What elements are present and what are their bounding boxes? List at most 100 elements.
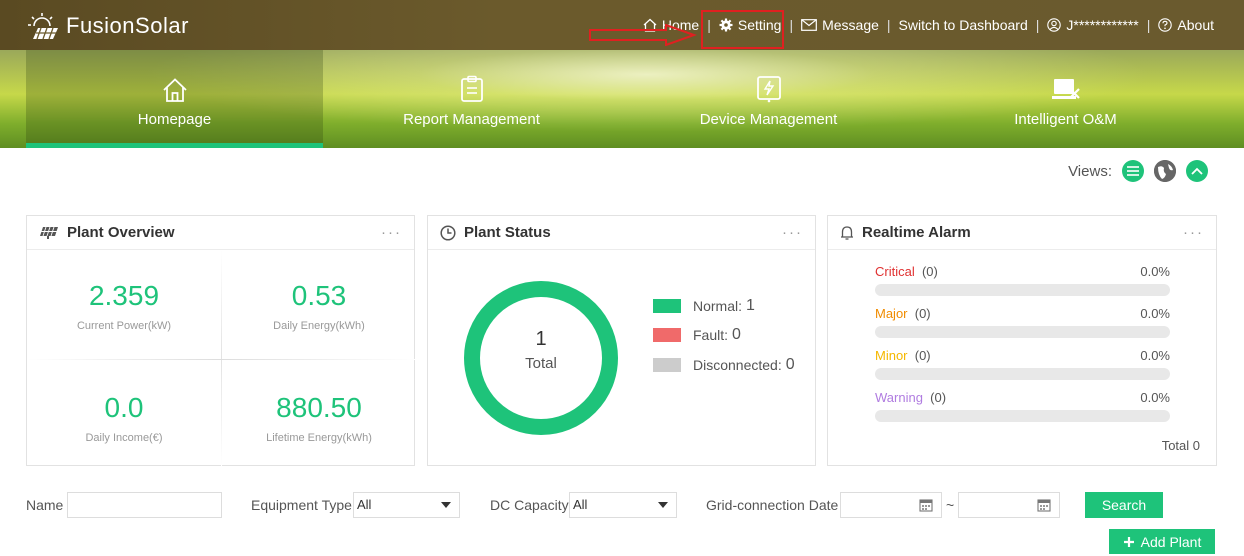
app-title: FusionSolar — [66, 13, 189, 38]
bell-icon — [841, 225, 853, 240]
legend-swatch — [653, 358, 681, 372]
search-button[interactable]: Search — [1085, 492, 1163, 518]
panel-title: Realtime Alarm — [862, 224, 971, 241]
sun-logo-icon — [28, 13, 58, 40]
name-input[interactable] — [67, 492, 222, 518]
nav-device-label: Device Management — [699, 111, 838, 128]
alarm-major[interactable]: Major (0) 0.0% — [875, 306, 1170, 338]
alarm-bar — [875, 326, 1170, 338]
views-label: Views: — [1068, 162, 1112, 180]
donut-total-label: Total — [525, 355, 557, 372]
switch-dashboard-link[interactable]: Switch to Dashboard — [899, 17, 1028, 33]
current-power-stat: 2.359 Current Power(kW) — [27, 280, 221, 332]
stat-label: Daily Energy(kWh) — [273, 320, 365, 332]
legend-label: Normal: — [693, 298, 743, 314]
dc-capacity-value: All — [573, 497, 588, 512]
user-menu[interactable]: J************ — [1047, 17, 1139, 33]
message-link[interactable]: Message — [801, 17, 879, 33]
help-icon — [1158, 18, 1173, 32]
equipment-type-select[interactable]: All — [353, 492, 460, 518]
alarm-pct: 0.0% — [1140, 348, 1170, 363]
nav-report-management[interactable]: Report Management — [323, 50, 620, 148]
calendar-icon[interactable] — [1037, 498, 1051, 512]
nav-homepage-label: Homepage — [137, 111, 212, 128]
dropdown-caret-icon — [441, 502, 451, 508]
stat-value: 2.359 — [88, 280, 160, 311]
alarm-count: (0) — [921, 264, 938, 279]
house-icon — [162, 78, 187, 102]
alarm-minor[interactable]: Minor (0) 0.0% — [875, 348, 1170, 380]
alarm-bar — [875, 284, 1170, 296]
lifetime-energy-stat: 880.50 Lifetime Energy(kWh) — [222, 392, 416, 444]
alarm-warning[interactable]: Warning (0) 0.0% — [875, 390, 1170, 422]
grid-date-end-input[interactable] — [958, 492, 1060, 518]
plus-icon — [1123, 536, 1134, 547]
calendar-icon[interactable] — [919, 498, 933, 512]
legend-normal: Normal: 1 — [653, 297, 755, 315]
user-icon — [1047, 18, 1062, 32]
add-plant-button[interactable]: Add Plant — [1109, 529, 1215, 554]
stat-label: Lifetime Energy(kWh) — [266, 432, 372, 444]
list-view-icon[interactable] — [1122, 160, 1144, 182]
chevron-up-icon[interactable] — [1186, 160, 1208, 182]
alarm-level: Minor — [875, 348, 908, 363]
solar-panel-icon — [40, 226, 58, 239]
alarm-total: Total 0 — [1161, 438, 1200, 453]
nav-homepage[interactable]: Homepage — [26, 50, 323, 148]
alarm-count: (0) — [930, 390, 947, 405]
donut-total-value: 1 — [535, 328, 547, 350]
clipboard-icon — [460, 75, 483, 102]
more-icon[interactable]: ··· — [381, 224, 402, 241]
annotation-highlight-box — [701, 10, 784, 49]
realtime-alarm-panel: Realtime Alarm ··· Critical (0) 0.0% Majo… — [827, 215, 1217, 466]
legend-label: Disconnected: — [693, 357, 782, 373]
stat-value: 0.53 — [291, 280, 347, 311]
equipment-type-label: Equipment Type — [251, 497, 352, 513]
monitor-tools-icon — [1051, 79, 1080, 99]
more-icon[interactable]: ··· — [1183, 224, 1204, 241]
legend-value: 1 — [746, 297, 755, 314]
alarm-pct: 0.0% — [1140, 306, 1170, 321]
panel-header: Realtime Alarm ··· — [828, 216, 1216, 250]
nav-report-label: Report Management — [403, 111, 540, 128]
divider — [27, 359, 416, 360]
more-icon[interactable]: ··· — [782, 224, 803, 241]
about-link[interactable]: About — [1158, 17, 1214, 33]
dc-capacity-select[interactable]: All — [569, 492, 677, 518]
legend-swatch — [653, 299, 681, 313]
globe-view-icon[interactable] — [1154, 160, 1176, 182]
about-label: About — [1177, 17, 1214, 33]
logo[interactable]: FusionSolar — [28, 12, 189, 40]
daily-energy-stat: 0.53 Daily Energy(kWh) — [222, 280, 416, 332]
nav-intelligent-om[interactable]: Intelligent O&M — [917, 50, 1214, 148]
date-range-separator: ~ — [946, 497, 955, 513]
legend-swatch — [653, 328, 681, 342]
legend-disconnected: Disconnected: 0 — [653, 356, 795, 374]
panel-header: Plant Overview ··· — [27, 216, 414, 250]
top-bar: FusionSolar Home | Setting | Message | S… — [0, 0, 1244, 50]
plant-status-panel: Plant Status ··· 1 Total Normal: 1 Fault:… — [427, 215, 816, 466]
stat-label: Daily Income(€) — [85, 432, 163, 444]
nav-device-management[interactable]: Device Management — [620, 50, 917, 148]
nav-om-label: Intelligent O&M — [1014, 111, 1117, 128]
alarm-level: Major — [875, 306, 908, 321]
alarm-level: Critical — [875, 264, 915, 279]
stat-value: 0.0 — [104, 392, 144, 423]
equipment-type-value: All — [357, 497, 372, 512]
device-icon — [756, 76, 781, 103]
grid-date-label: Grid-connection Date — [706, 497, 839, 513]
donut-center: 1 Total — [461, 328, 621, 372]
views-switcher: Views: — [1068, 160, 1208, 182]
alarm-pct: 0.0% — [1140, 264, 1170, 279]
legend-fault: Fault: 0 — [653, 326, 741, 344]
panel-title: Plant Overview — [67, 224, 175, 241]
grid-date-start-input[interactable] — [840, 492, 942, 518]
stat-label: Current Power(kW) — [76, 320, 172, 332]
nav-separator: | — [789, 17, 794, 33]
annotation-arrow — [589, 24, 697, 46]
module-nav: Homepage Report Management Device Manage… — [0, 50, 1244, 148]
message-label: Message — [822, 17, 879, 33]
legend-label: Fault: — [693, 327, 729, 343]
alarm-critical[interactable]: Critical (0) 0.0% — [875, 264, 1170, 296]
panel-title: Plant Status — [464, 224, 551, 241]
